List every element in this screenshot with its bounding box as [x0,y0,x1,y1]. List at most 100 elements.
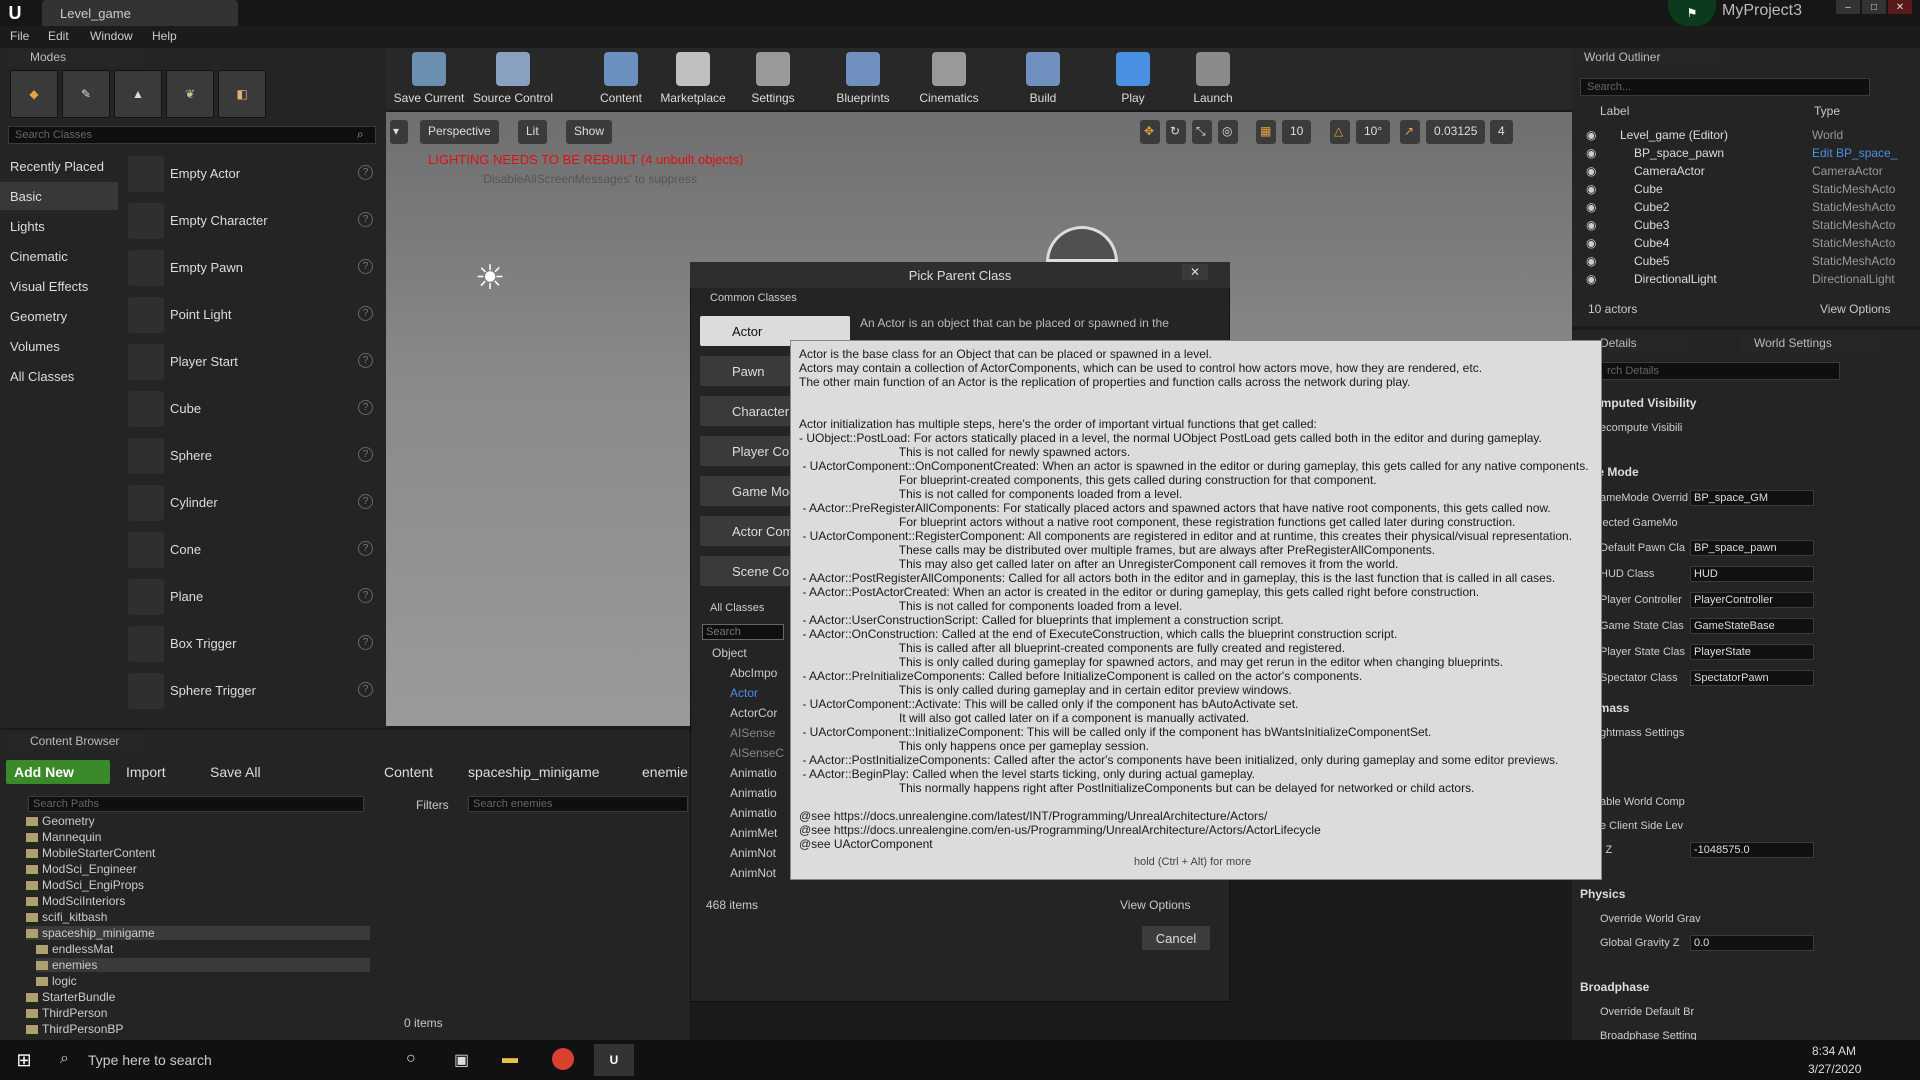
details-section-header[interactable]: Broadphase [1580,980,1649,994]
toolbar-settings-button[interactable]: Settings [730,50,816,108]
help-icon[interactable]: ? [358,541,373,556]
level-tab[interactable]: Level_game [42,0,238,26]
world-settings-tab[interactable]: World Settings [1740,336,1880,352]
angle-snap-icon[interactable]: △ [1330,120,1350,144]
chrome-icon[interactable] [552,1048,574,1070]
eye-icon[interactable]: ◉ [1586,254,1596,268]
dialog-close-button[interactable]: ✕ [1182,264,1208,280]
help-icon[interactable]: ? [358,588,373,603]
folder-item[interactable]: spaceship_minigame [26,926,370,940]
outliner-row[interactable]: ◉ Level_game (Editor) World [1580,126,1912,144]
category-volumes[interactable]: Volumes [0,332,118,360]
toolbar-build-button[interactable]: Build [1000,50,1086,108]
path-spaceship[interactable]: spaceship_minigame [468,764,600,780]
camera-speed[interactable]: 4 [1490,120,1513,144]
actor-item[interactable]: Plane? [122,575,377,619]
help-icon[interactable]: ? [358,400,373,415]
help-icon[interactable]: ? [358,447,373,462]
details-row-value[interactable]: PlayerController [1690,592,1814,608]
eye-icon[interactable]: ◉ [1586,272,1596,286]
outliner-row[interactable]: ◉ Cube2 StaticMeshActo [1580,198,1912,216]
search-paths-input[interactable]: Search Paths [28,796,364,812]
place-mode-icon[interactable]: ◆ [10,70,58,118]
rotate-icon[interactable]: ↻ [1166,120,1186,144]
minimize-button[interactable]: – [1836,0,1860,14]
folder-item[interactable]: enemies [36,958,370,972]
paint-mode-icon[interactable]: ✎ [62,70,110,118]
class-tree-item[interactable]: AnimNot [730,846,776,860]
folder-item[interactable]: scifi_kitbash [26,910,370,924]
details-search-input[interactable]: rch Details [1600,362,1840,380]
help-icon[interactable]: ? [358,259,373,274]
details-row-value[interactable]: HUD [1690,566,1814,582]
category-basic[interactable]: Basic [0,182,118,210]
help-icon[interactable]: ? [358,306,373,321]
folder-item[interactable]: StarterBundle [26,990,370,1004]
file-explorer-icon[interactable]: ▬ [502,1050,518,1068]
lit-button[interactable]: Lit [518,120,547,144]
path-content[interactable]: Content [384,764,433,780]
folder-item[interactable]: ModSci_EngiProps [26,878,370,892]
outliner-tab[interactable]: World Outliner [1578,50,1718,66]
actor-item[interactable]: Empty Character? [122,199,377,243]
light-actor-icon[interactable]: ☀ [470,258,510,298]
actor-item[interactable]: Cone? [122,528,377,572]
class-search-input[interactable]: Search [702,624,784,640]
folder-item[interactable]: ThirdPerson [26,1006,370,1020]
perspective-button[interactable]: Perspective [420,120,499,144]
actor-item[interactable]: Sphere Trigger? [122,669,377,713]
class-tree-item[interactable]: AnimNot [730,866,776,880]
help-icon[interactable]: ? [358,165,373,180]
dialog-view-options[interactable]: View Options [1120,898,1190,912]
show-button[interactable]: Show [566,120,613,144]
eye-icon[interactable]: ◉ [1586,128,1596,142]
details-row-value[interactable]: PlayerState [1690,644,1814,660]
modes-tab[interactable]: Modes [6,50,146,66]
close-window-button[interactable]: ✕ [1888,0,1912,14]
details-row-value[interactable]: GameStateBase [1690,618,1814,634]
angle-size[interactable]: 10° [1356,120,1391,144]
maximize-button[interactable]: □ [1862,0,1886,14]
folder-item[interactable]: ThirdPersonBP [26,1022,370,1036]
folder-item[interactable]: logic [36,974,370,988]
details-section-header[interactable]: Physics [1580,887,1625,901]
cancel-button[interactable]: Cancel [1142,926,1210,950]
actor-item[interactable]: Point Light? [122,293,377,337]
help-icon[interactable]: ? [358,635,373,650]
category-lights[interactable]: Lights [0,212,118,240]
eye-icon[interactable]: ◉ [1586,182,1596,196]
toolbar-source-control-button[interactable]: Source Control [470,50,556,108]
search-enemies-input[interactable]: Search enemies [468,796,688,812]
scale-icon[interactable]: ⤡ [1192,120,1212,144]
outliner-view-options[interactable]: View Options [1820,302,1890,316]
folder-item[interactable]: Mannequin [26,830,370,844]
help-icon[interactable]: ? [358,494,373,509]
category-cinematic[interactable]: Cinematic [0,242,118,270]
class-tree-item[interactable]: ActorCor [730,706,777,720]
category-geometry[interactable]: Geometry [0,302,118,330]
details-row-value[interactable]: BP_space_GM [1690,490,1814,506]
category-all-classes[interactable]: All Classes [0,362,118,390]
actor-item[interactable]: Empty Actor? [122,152,377,196]
scale-snap-icon[interactable]: ↗ [1400,120,1420,144]
help-icon[interactable]: ? [358,212,373,227]
geometry-mode-icon[interactable]: ◧ [218,70,266,118]
class-tree-item[interactable]: Animatio [730,786,777,800]
menu-file[interactable]: File [10,29,29,43]
outliner-col-type[interactable]: Type [1814,104,1840,118]
toolbar-cinematics-button[interactable]: Cinematics [906,50,992,108]
folder-item[interactable]: ModSci_Engineer [26,862,370,876]
details-row-value[interactable]: SpectatorPawn [1690,670,1814,686]
class-tree-item[interactable]: AISenseC [730,746,784,760]
scale-size[interactable]: 0.03125 [1426,120,1486,144]
folder-item[interactable]: ModSciInteriors [26,894,370,908]
outliner-row[interactable]: ◉ CameraActor CameraActor [1580,162,1912,180]
actor-item[interactable]: Cylinder? [122,481,377,525]
folder-item[interactable]: endlessMat [36,942,370,956]
outliner-row[interactable]: ◉ Cube StaticMeshActo [1580,180,1912,198]
toolbar-save-current-button[interactable]: Save Current [386,50,472,108]
details-row-value[interactable]: -1048575.0 [1690,842,1814,858]
class-tree-item[interactable]: AnimMet [730,826,777,840]
menu-window[interactable]: Window [90,29,133,43]
class-tree-item[interactable]: AISense [730,726,775,740]
